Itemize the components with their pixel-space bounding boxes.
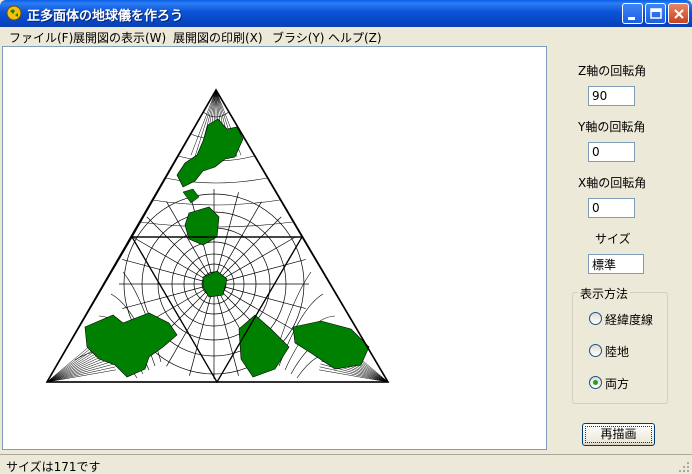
minimize-icon: [628, 17, 635, 20]
meridian-line: [122, 259, 215, 285]
meridian-line: [213, 283, 239, 376]
net-canvas: [2, 46, 547, 450]
radio-selected-dot: [593, 380, 598, 385]
display-mode-title: 表示方法: [578, 285, 631, 302]
y-axis-label: Y軸の回転角: [578, 120, 646, 134]
latitude-curve: [152, 199, 280, 206]
radio-both-label[interactable]: 両方: [605, 375, 629, 392]
status-bar: サイズは171です: [0, 454, 692, 474]
size-input[interactable]: [588, 254, 644, 274]
x-axis-label: X軸の回転角: [578, 176, 647, 190]
resize-grip-icon[interactable]: [678, 461, 690, 473]
close-icon: [674, 9, 684, 19]
radio-land[interactable]: [589, 344, 602, 357]
menu-bar: ファイル(F) 展開図の表示(W) 展開図の印刷(X) ブラシ(Y) ヘルプ(Z…: [0, 27, 692, 46]
meridian-line: [122, 283, 215, 309]
corner-meridian: [46, 363, 115, 383]
meridian-line: [213, 192, 239, 285]
app-window: 正多面体の地球儀を作ろう ファイル(F) 展開図の表示(W) 展開図の印刷(X)…: [0, 0, 692, 474]
meridian-line: [189, 283, 215, 376]
radio-graticule-label[interactable]: 経緯度線: [605, 311, 653, 328]
land-americas: [84, 312, 178, 378]
icosahedron-net-drawing: [45, 88, 390, 384]
meridian-line: [213, 283, 306, 309]
land-island: [182, 188, 200, 204]
radio-land-label[interactable]: 陸地: [605, 343, 629, 360]
close-button[interactable]: [668, 3, 689, 24]
window-title: 正多面体の地球儀を作ろう: [27, 9, 184, 24]
land-eurasia: [292, 320, 370, 370]
redraw-button[interactable]: 再描画: [582, 423, 655, 446]
maximize-button[interactable]: [645, 3, 666, 24]
corner-meridian: [320, 363, 389, 383]
globe-app-icon: [6, 5, 22, 21]
z-rotation-input[interactable]: [588, 86, 635, 106]
status-text: サイズは171です: [6, 460, 101, 474]
menu-print-net[interactable]: 展開図の印刷(X): [173, 29, 263, 46]
menu-brush[interactable]: ブラシ(Y): [272, 29, 324, 46]
title-bar[interactable]: 正多面体の地球儀を作ろう: [0, 0, 692, 27]
menu-help[interactable]: ヘルプ(Z): [328, 29, 382, 46]
radio-both[interactable]: [589, 376, 602, 389]
menu-view-net[interactable]: 展開図の表示(W): [73, 29, 166, 46]
land-asia: [176, 118, 244, 188]
meridian-line: [213, 259, 306, 285]
maximize-icon: [650, 8, 662, 19]
corner-meridian: [46, 357, 113, 383]
y-rotation-input[interactable]: [588, 142, 635, 162]
x-rotation-input[interactable]: [588, 198, 635, 218]
size-label: サイズ: [595, 232, 631, 246]
radio-graticule[interactable]: [589, 312, 602, 325]
menu-file[interactable]: ファイル(F): [9, 29, 73, 46]
land-africa: [238, 314, 290, 378]
z-axis-label: Z軸の回転角: [578, 64, 647, 78]
minimize-button[interactable]: [622, 3, 643, 24]
